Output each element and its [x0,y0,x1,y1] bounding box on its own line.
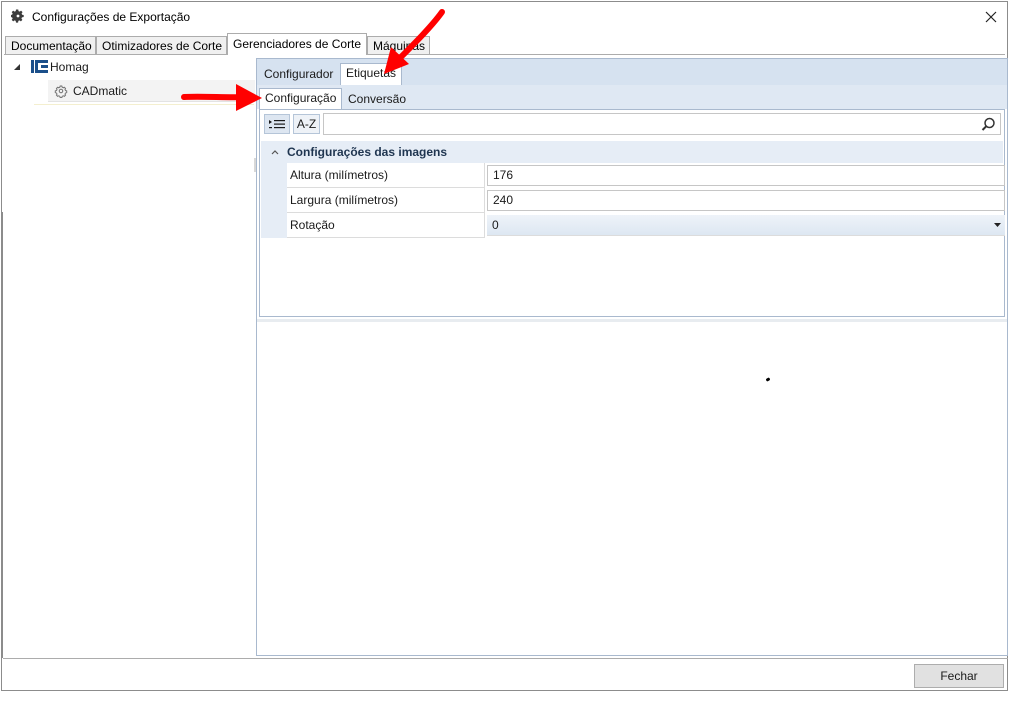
altura-input[interactable]: 176 [487,165,1005,186]
categorized-view-button[interactable] [264,114,290,134]
tab-maquinas[interactable]: Máquinas [367,36,430,55]
property-name: Altura (milímetros) [287,163,485,188]
property-row-rotacao: Rotação 0 [261,213,1005,238]
manager-tree: Homag CADmatic [4,57,255,217]
tab-configurador[interactable]: Configurador [259,64,338,84]
tab-label: Máquinas [373,39,426,53]
row-gutter [261,213,287,238]
row-gutter [261,188,287,213]
left-border [2,212,3,658]
settings-tab-strip: Configurador Etiquetas [257,59,1007,85]
close-icon [985,11,997,23]
rotacao-value: 0 [492,218,499,232]
tree-divider [34,104,254,105]
cadmatic-settings-panel: Configurador Etiquetas Configuração Conv… [256,58,1008,656]
property-grid: A-Z Configurações das imagens Altura (mi… [259,109,1005,317]
close-button[interactable] [979,5,1003,29]
rotacao-select[interactable]: 0 [487,215,1005,236]
tree-item-homag[interactable]: Homag [50,60,89,74]
property-row-altura: Altura (milímetros) 176 [261,163,1005,188]
label-tab-strip: Configuração Conversão [257,85,1007,109]
fechar-button[interactable]: Fechar [914,664,1004,688]
group-header-image-settings[interactable]: Configurações das imagens [261,141,1003,163]
homag-logo-icon [31,60,48,73]
tab-label: Conversão [348,92,407,106]
chevron-down-icon [994,223,1001,227]
collapse-chevron-icon[interactable] [271,149,279,155]
tree-expander-icon[interactable] [13,63,21,71]
tab-label: Gerenciadores de Corte [233,37,362,51]
property-row-largura: Largura (milímetros) 240 [261,188,1005,213]
property-search-input[interactable] [323,113,1001,135]
panel-separator [257,319,1007,322]
search-icon [981,117,995,131]
property-name: Largura (milímetros) [287,188,485,213]
footer-separator [3,658,1008,659]
title-bar: Configurações de Exportação [2,2,1007,32]
property-name: Rotação [287,213,485,238]
tab-gerenciadores-de-corte[interactable]: Gerenciadores de Corte [227,33,367,55]
window-title: Configurações de Exportação [32,10,191,24]
largura-input[interactable]: 240 [487,190,1005,211]
tree-item-label: CADmatic [73,84,128,98]
cog-icon [54,85,68,98]
row-gutter [261,163,287,188]
tab-label: Documentação [11,39,92,53]
tab-etiquetas[interactable]: Etiquetas [340,63,403,85]
alphabetical-view-button[interactable]: A-Z [293,114,320,134]
tab-label: Configurador [264,67,334,81]
tab-otimizadores-de-corte[interactable]: Otimizadores de Corte [96,36,227,55]
gear-icon [11,9,24,23]
tab-label: Etiquetas [346,66,397,80]
tab-documentacao[interactable]: Documentação [5,36,96,55]
group-title: Configurações das imagens [287,145,448,159]
tab-label: Otimizadores de Corte [102,39,223,53]
tree-item-cadmatic[interactable]: CADmatic [48,80,255,102]
tab-conversao[interactable]: Conversão [343,89,411,109]
categorized-list-icon [269,120,285,129]
export-settings-window: Configurações de Exportação Documentação… [1,1,1008,691]
tab-label: Configuração [265,91,337,105]
tab-configuracao[interactable]: Configuração [259,88,343,109]
alpha-label: A-Z [296,117,317,131]
